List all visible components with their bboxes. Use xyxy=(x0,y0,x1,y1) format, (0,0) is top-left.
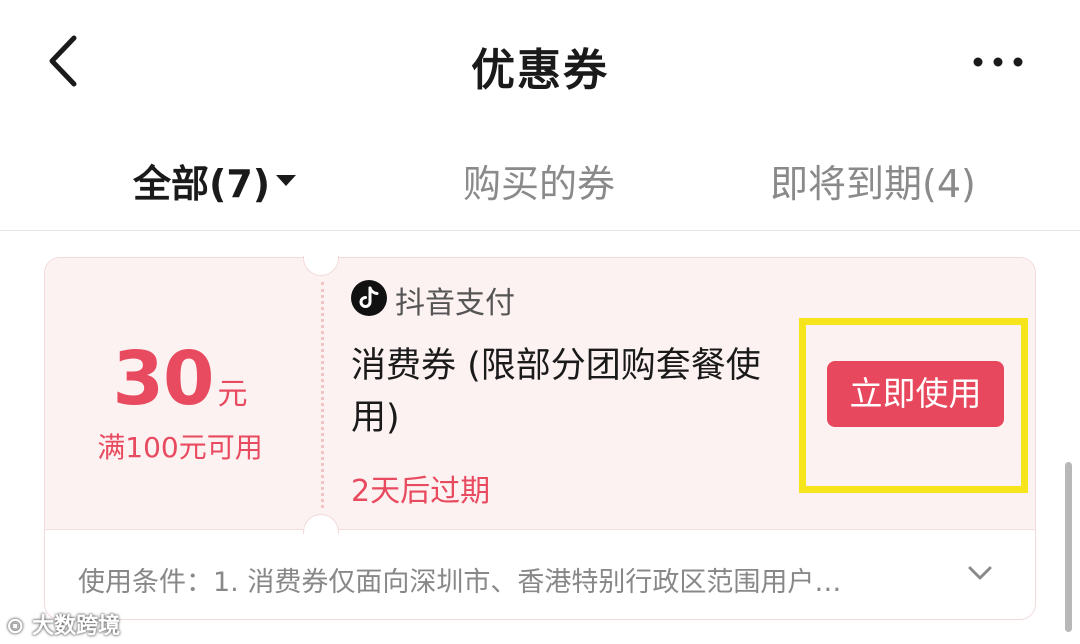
coupon-title: 消费券 (限部分团购套餐使用) xyxy=(351,346,761,438)
top-bar: 优惠券 xyxy=(0,0,1080,125)
caret-down-icon xyxy=(276,175,297,186)
coupon-amount: 30 元 xyxy=(45,336,315,422)
expand-conditions-button[interactable] xyxy=(965,560,995,586)
page-title: 优惠券 xyxy=(471,45,609,96)
amount-unit: 元 xyxy=(217,377,248,412)
watermark-logo-icon: ⊙ xyxy=(6,614,25,639)
filter-tabs: 全部(7) 购买的券 即将到期(4) xyxy=(0,125,1080,231)
scrollbar[interactable] xyxy=(1065,462,1072,632)
usage-conditions: 使用条件：1. 消费券仅面向深圳市、香港特别行政区范围用户… xyxy=(78,567,842,598)
tab-all-label: 全部(7) xyxy=(133,162,271,206)
tab-expiring-soon[interactable]: 即将到期(4) xyxy=(770,153,976,208)
tab-purchased[interactable]: 购买的券 xyxy=(463,153,615,208)
douyin-logo-icon xyxy=(351,280,387,316)
coupon-threshold: 满100元可用 xyxy=(97,431,263,464)
tab-all[interactable]: 全部(7) xyxy=(133,153,297,208)
more-options-button[interactable] xyxy=(968,45,1028,79)
watermark-text: 大数跨境 xyxy=(32,614,121,639)
use-now-button[interactable]: 立即使用 xyxy=(827,361,1004,427)
brand-name: 抖音支付 xyxy=(395,286,515,321)
ticket-divider xyxy=(321,282,324,508)
coupon-ticket: 30 元 满100元可用 抖音支付 消费券 (限部分团购套餐使用) 2天后过期 立… xyxy=(45,256,1035,534)
amount-value: 30 xyxy=(112,336,215,422)
watermark: ⊙ 大数跨境 xyxy=(6,608,120,640)
ticket-notch-top xyxy=(303,256,339,276)
chevron-down-icon xyxy=(968,566,992,580)
coupon-card: 30 元 满100元可用 抖音支付 消费券 (限部分团购套餐使用) 2天后过期 立… xyxy=(44,256,1036,620)
ticket-notch-bottom xyxy=(303,514,339,534)
more-dots-icon xyxy=(973,57,1023,67)
coupon-expiry: 2天后过期 xyxy=(351,474,491,509)
